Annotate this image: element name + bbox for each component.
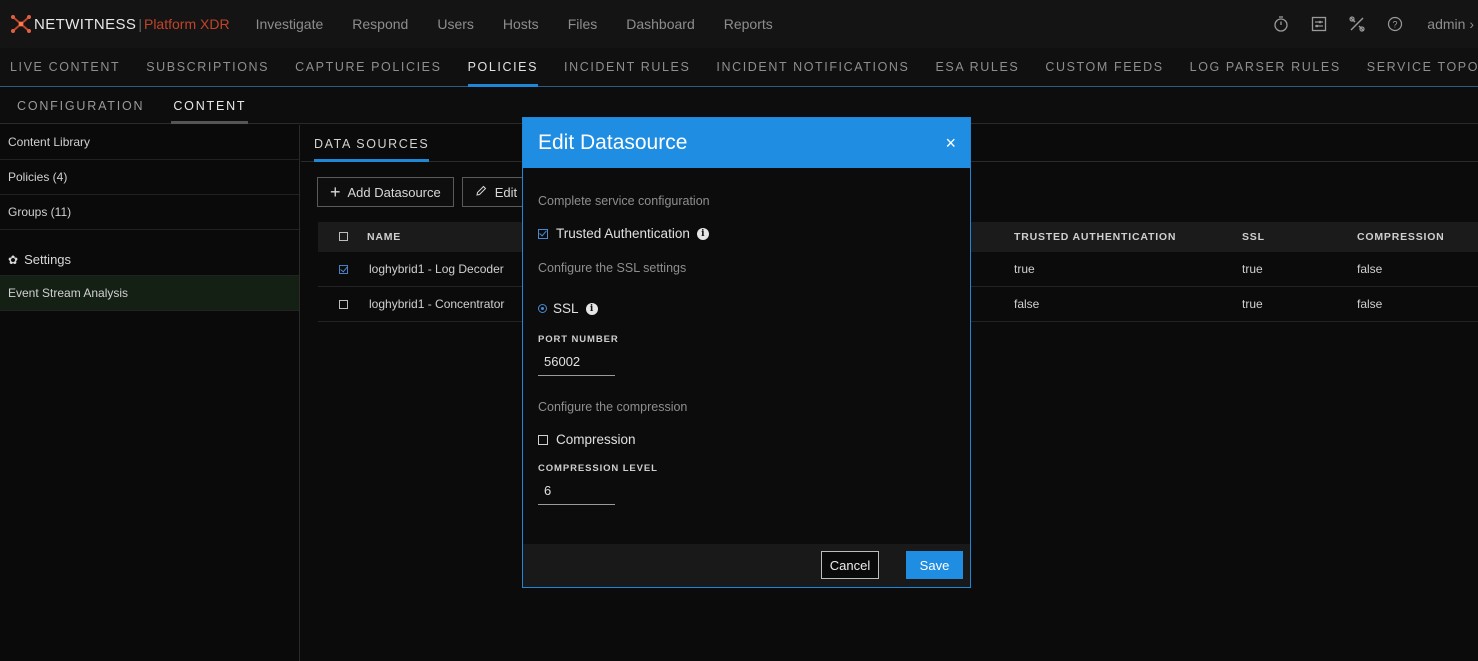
ssl-label: SSL xyxy=(553,301,579,316)
sidebar-item-groups[interactable]: Groups (11) xyxy=(0,195,299,230)
row-checkbox[interactable] xyxy=(339,300,348,309)
service-config-heading: Complete service configuration xyxy=(538,194,710,208)
tab-live-content[interactable]: LIVE CONTENT xyxy=(10,48,120,87)
nav-reports[interactable]: Reports xyxy=(724,16,773,32)
timer-icon[interactable] xyxy=(1271,14,1291,34)
tab-incident-rules[interactable]: INCIDENT RULES xyxy=(564,48,690,87)
row-checkbox[interactable] xyxy=(339,265,348,274)
row-trusted: true xyxy=(1014,262,1035,276)
tab-incident-notifications[interactable]: INCIDENT NOTIFICATIONS xyxy=(716,48,909,87)
row-compression: false xyxy=(1357,297,1383,311)
tab-configuration[interactable]: CONFIGURATION xyxy=(17,88,144,124)
tab-log-parser-rules[interactable]: LOG PARSER RULES xyxy=(1190,48,1341,87)
save-button[interactable]: Save xyxy=(906,551,963,579)
port-number-label: PORT NUMBER xyxy=(538,334,619,345)
info-icon[interactable]: i xyxy=(696,227,709,240)
nav-hosts[interactable]: Hosts xyxy=(503,16,539,32)
row-name: loghybrid1 - Log Decoder xyxy=(369,262,504,276)
sidebar-settings-label: Settings xyxy=(24,252,72,267)
tab-esa-rules[interactable]: ESA RULES xyxy=(935,48,1019,87)
dialog-title: Edit Datasource xyxy=(538,131,688,154)
sidebar-settings-header[interactable]: ✿ Settings xyxy=(0,244,299,276)
tab-subscriptions[interactable]: SUBSCRIPTIONS xyxy=(146,48,269,87)
column-name[interactable]: NAME xyxy=(367,231,401,243)
settings-panel-icon[interactable] xyxy=(1309,14,1329,34)
dialog-footer: Cancel Save xyxy=(523,544,970,587)
sidebar-item-content-library[interactable]: Content Library xyxy=(0,125,299,160)
dialog-body: Complete service configuration Trusted A… xyxy=(523,168,970,544)
add-datasource-label: Add Datasource xyxy=(347,184,441,200)
nav-files[interactable]: Files xyxy=(568,16,598,32)
nav-respond[interactable]: Respond xyxy=(352,16,408,32)
trusted-authentication-label: Trusted Authentication xyxy=(556,226,690,241)
gear-icon: ✿ xyxy=(8,252,19,267)
datasource-toolbar: + Add Datasource Edit xyxy=(317,177,538,207)
nav-users[interactable]: Users xyxy=(437,16,474,32)
tools-icon[interactable] xyxy=(1347,14,1367,34)
row-trusted: false xyxy=(1014,297,1040,311)
row-name: loghybrid1 - Concentrator xyxy=(369,297,505,311)
sidebar-item-event-stream-analysis[interactable]: Event Stream Analysis xyxy=(0,276,299,311)
add-datasource-button[interactable]: + Add Datasource xyxy=(317,177,454,207)
nav-dashboard[interactable]: Dashboard xyxy=(626,16,695,32)
row-compression: false xyxy=(1357,262,1383,276)
brand-name: NETWITNESS xyxy=(34,15,137,33)
dialog-header: Edit Datasource × xyxy=(523,118,970,168)
trusted-authentication-checkbox[interactable]: Trusted Authentication i xyxy=(538,226,709,241)
close-icon[interactable]: × xyxy=(945,133,956,154)
compression-level-label: COMPRESSION LEVEL xyxy=(538,463,658,474)
edit-button[interactable]: Edit xyxy=(461,177,531,207)
info-icon[interactable]: i xyxy=(585,302,598,315)
nav-investigate[interactable]: Investigate xyxy=(256,16,324,32)
compression-label: Compression xyxy=(556,432,636,447)
column-trusted-authentication[interactable]: TRUSTED AUTHENTICATION xyxy=(1014,231,1176,243)
user-name: admin xyxy=(1427,16,1466,32)
netwitness-logo[interactable]: NETWITNESS | Platform XDR xyxy=(10,0,230,48)
configure-subnav: LIVE CONTENT SUBSCRIPTIONS CAPTURE POLIC… xyxy=(0,48,1478,87)
tab-content[interactable]: CONTENT xyxy=(171,88,249,124)
ssl-settings-heading: Configure the SSL settings xyxy=(538,261,687,275)
column-ssl[interactable]: SSL xyxy=(1242,231,1265,243)
row-ssl: true xyxy=(1242,297,1263,311)
edit-label: Edit xyxy=(494,184,518,200)
top-right-controls: ? admin › xyxy=(1253,0,1478,48)
tab-service-topology[interactable]: SERVICE TOPOLOGY xyxy=(1367,48,1478,87)
port-number-input[interactable] xyxy=(538,348,615,376)
main-nav: Investigate Respond Users Hosts Files Da… xyxy=(256,16,802,32)
checkbox-checked-icon xyxy=(538,228,548,239)
top-navigation-bar: NETWITNESS | Platform XDR Investigate Re… xyxy=(0,0,1478,48)
pencil-icon xyxy=(475,185,487,200)
compression-level-input[interactable] xyxy=(538,477,615,505)
column-compression[interactable]: COMPRESSION xyxy=(1357,231,1445,243)
select-all-checkbox[interactable] xyxy=(339,232,348,241)
chevron-right-icon: › xyxy=(1469,16,1474,32)
user-menu[interactable]: admin › xyxy=(1427,16,1474,32)
plus-icon: + xyxy=(330,181,341,202)
tab-policies[interactable]: POLICIES xyxy=(467,48,539,87)
ssl-radio[interactable]: SSL i xyxy=(538,301,598,316)
content-sidebar: Content Library Policies (4) Groups (11)… xyxy=(0,125,300,661)
brand-separator: | xyxy=(138,16,142,32)
radio-selected-icon xyxy=(538,304,547,313)
sidebar-item-policies[interactable]: Policies (4) xyxy=(0,160,299,195)
netwitness-logo-icon xyxy=(11,15,31,33)
compression-checkbox[interactable]: Compression xyxy=(538,432,636,447)
help-icon[interactable]: ? xyxy=(1385,14,1405,34)
tab-capture-policies[interactable]: CAPTURE POLICIES xyxy=(295,48,441,87)
edit-datasource-dialog: Edit Datasource × Complete service confi… xyxy=(522,117,971,588)
svg-text:?: ? xyxy=(1393,20,1398,30)
cancel-button[interactable]: Cancel xyxy=(821,551,879,579)
tab-custom-feeds[interactable]: CUSTOM FEEDS xyxy=(1045,48,1163,87)
product-name: Platform XDR xyxy=(143,16,230,32)
compression-heading: Configure the compression xyxy=(538,400,688,414)
checkbox-unchecked-icon xyxy=(538,434,548,445)
tab-data-sources[interactable]: DATA SOURCES xyxy=(314,125,430,162)
row-ssl: true xyxy=(1242,262,1263,276)
